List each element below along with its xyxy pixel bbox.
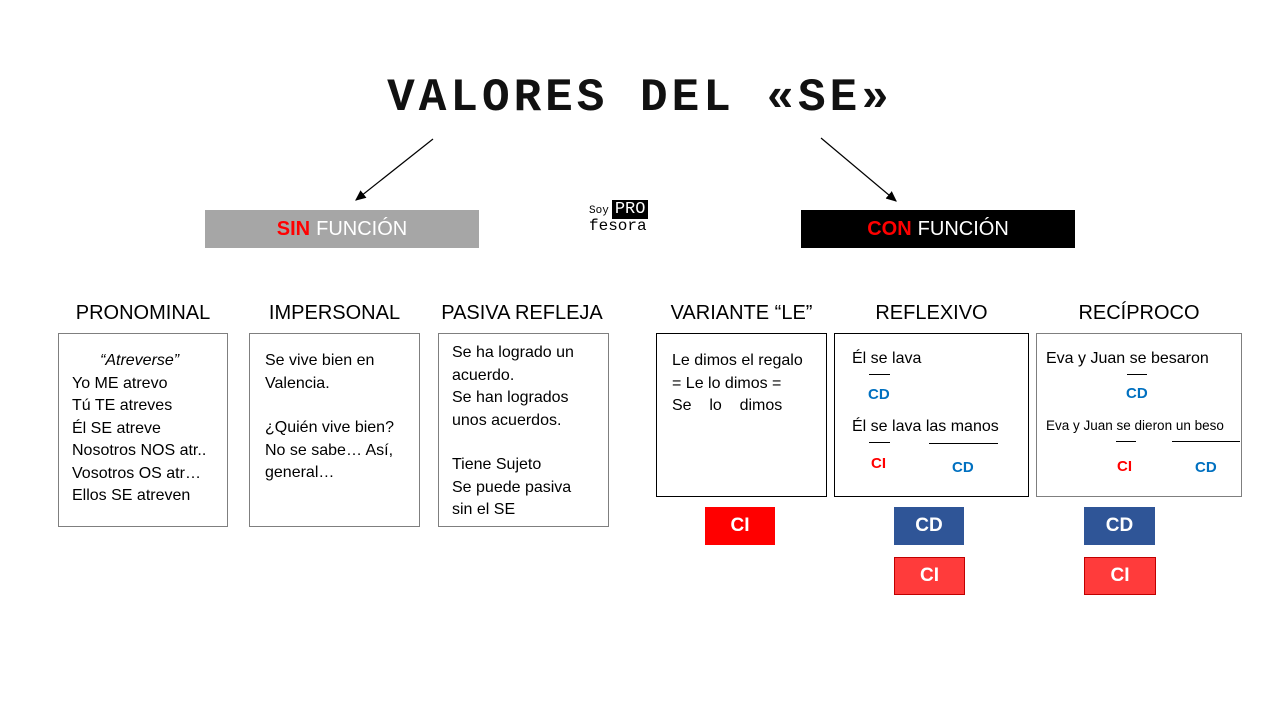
box-reciproco: Eva y Juan se besaron CD Eva y Juan se d… (1036, 333, 1242, 497)
label-cd: CD (1126, 385, 1148, 402)
example-line: Vosotros OS atr… (72, 464, 201, 482)
example-line: general… (265, 464, 335, 481)
underline-se (1116, 441, 1136, 442)
example-sentence: Eva y Juan se dieron un beso (1046, 418, 1224, 433)
heading-variante-le: VARIANTE “LE” (670, 302, 813, 324)
badge-ci-reflexivo: CI (894, 557, 965, 595)
box-reflexivo: Él se lava CD Él se lava las manos CI CD (834, 333, 1029, 497)
label-cd: CD (1195, 459, 1217, 476)
category-sin-funcion: SIN FUNCIÓN (205, 210, 479, 248)
badge-cd-reciproco: CD (1084, 507, 1155, 545)
underline-las-manos (929, 443, 998, 444)
badge-ci-variante: CI (705, 507, 775, 545)
underline-se (869, 442, 890, 443)
heading-pasiva-refleja: PASIVA REFLEJA (441, 302, 603, 324)
example-line: sin el SE (452, 501, 516, 518)
example-line: Se han logrados (452, 389, 569, 406)
example-line: Yo ME atrevo (72, 374, 168, 392)
example-line: Nosotros NOS atr.. (72, 442, 207, 459)
heading-reciproco: RECÍPROCO (1078, 302, 1200, 324)
label-ci: CI (1117, 458, 1132, 475)
example-sentence: Él se lava las manos (852, 418, 999, 435)
example-line: = Le lo dimos = (672, 374, 782, 392)
heading-impersonal: IMPERSONAL (268, 302, 401, 324)
badge-ci-reciproco: CI (1084, 557, 1156, 595)
example-sentence: Él se lava (852, 350, 922, 367)
example-line: No se sabe… Así, (265, 441, 394, 459)
logo: Soy PRO fesora (589, 200, 649, 235)
example-line: unos acuerdos. (452, 411, 562, 429)
example-line: Él SE atreve (72, 419, 161, 437)
example-verb: “Atreverse” (100, 352, 180, 369)
underline-se (869, 374, 890, 375)
heading-reflexivo: REFLEXIVO (875, 302, 988, 324)
example-line: Ellos SE atreven (72, 487, 191, 504)
badge-cd-reflexivo: CD (894, 507, 964, 545)
box-variante-le: Le dimos el regalo = Le lo dimos = Se lo… (656, 333, 827, 497)
example-line: Tú TE atreves (72, 397, 173, 414)
underline-se (1127, 374, 1147, 375)
example-line: Valencia. (265, 374, 330, 392)
heading-pronominal: PRONOMINAL (75, 302, 211, 324)
example-line: Tiene Sujeto (452, 456, 542, 473)
category-con-label: FUNCIÓN (917, 217, 1009, 240)
logo-soy: Soy (589, 205, 609, 217)
example-line: acuerdo. (452, 366, 515, 384)
box-pasiva-refleja: Se ha logrado un acuerdo. Se han logrado… (438, 333, 609, 527)
underline-un-beso (1172, 441, 1240, 442)
example-line: ¿Quién vive bien? (265, 419, 394, 436)
example-line: Se vive bien en (265, 352, 375, 369)
example-sentence: Eva y Juan se besaron (1046, 350, 1209, 367)
label-cd: CD (952, 459, 974, 476)
category-con-emph: CON (867, 217, 912, 240)
arrow-left (355, 138, 434, 201)
label-cd: CD (868, 386, 890, 403)
logo-fesora: fesora (589, 217, 647, 235)
arrow-right (820, 137, 897, 202)
label-ci: CI (871, 455, 886, 472)
category-sin-emph: SIN (276, 217, 311, 240)
example-line: Se puede pasiva (452, 478, 572, 496)
example-line: Se ha logrado un (452, 344, 574, 361)
category-sin-label: FUNCIÓN (316, 217, 408, 240)
category-con-funcion: CON FUNCIÓN (801, 210, 1075, 248)
example-line: Se lo dimos (672, 397, 783, 414)
box-impersonal: Se vive bien en Valencia. ¿Quién vive bi… (249, 333, 420, 527)
example-line: Le dimos el regalo (672, 352, 803, 369)
box-pronominal: “Atreverse” Yo ME atrevo Tú TE atreves É… (58, 333, 228, 527)
